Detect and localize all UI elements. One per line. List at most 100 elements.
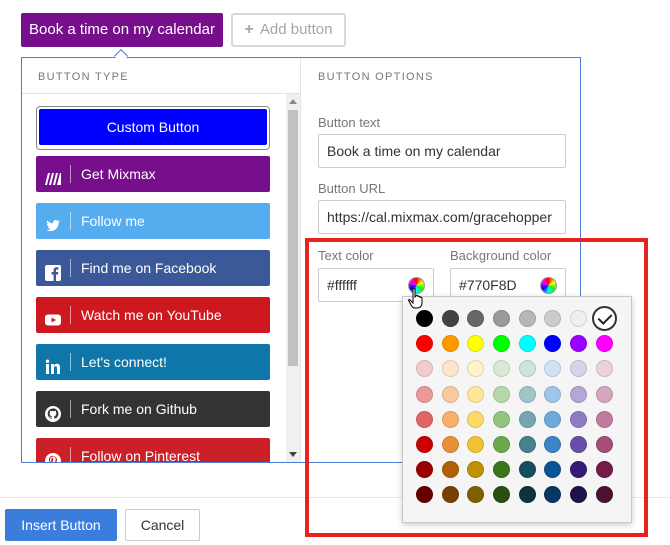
color-swatch[interactable] [570,486,588,504]
color-swatch[interactable] [467,410,485,428]
color-swatch[interactable] [416,410,433,428]
color-swatch[interactable] [441,360,459,378]
color-swatch[interactable] [595,360,613,378]
cancel-button[interactable]: Cancel [125,509,200,541]
add-button-tab[interactable]: + Add button [231,13,346,47]
color-swatch[interactable] [467,335,485,353]
color-swatch[interactable] [544,335,562,353]
color-swatch[interactable] [570,360,588,378]
color-swatch[interactable] [416,310,433,327]
button-options-heading: BUTTON OPTIONS [318,71,434,83]
preset-button-label: Fork me on Github [81,401,197,417]
insert-button[interactable]: Insert Button [5,509,117,541]
color-wheel-icon[interactable] [540,277,557,294]
hand-cursor-icon [408,288,423,309]
scroll-down-arrow-icon[interactable] [289,452,297,457]
color-swatch[interactable] [493,486,511,504]
tab-book-calendar[interactable]: Book a time on my calendar [21,13,223,47]
scroll-up-arrow-icon[interactable] [289,99,297,104]
color-swatch[interactable] [544,435,562,453]
button-text-label: Button text [318,115,381,130]
twitter-icon [44,212,62,232]
color-swatch[interactable] [518,486,536,504]
color-swatch[interactable] [493,385,511,403]
color-swatch[interactable] [441,486,459,504]
color-swatch[interactable] [467,486,485,504]
list-scrollbar[interactable] [286,94,300,462]
preset-button[interactable]: Find me on Facebook [36,250,270,286]
color-swatch[interactable] [493,310,511,327]
color-swatch[interactable] [570,335,588,353]
color-swatch[interactable] [493,435,511,453]
color-swatch[interactable] [544,310,562,327]
color-swatch[interactable] [595,385,613,403]
color-swatch[interactable] [570,461,588,479]
plus-icon: + [244,21,254,38]
color-swatch[interactable] [493,461,511,479]
color-swatch[interactable] [518,360,536,378]
color-swatch[interactable] [441,310,459,327]
preset-button[interactable]: Follow on Pinterest [36,438,270,462]
preset-button[interactable]: Watch me on YouTube [36,297,270,333]
color-swatch[interactable] [441,461,459,479]
color-swatch[interactable] [518,385,536,403]
preset-button[interactable]: Fork me on Github [36,391,270,427]
color-swatch[interactable] [518,310,536,327]
color-swatch[interactable] [441,435,459,453]
custom-button[interactable]: Custom Button [39,109,267,145]
color-swatch[interactable] [467,310,485,327]
color-swatch[interactable] [441,385,459,403]
preset-button[interactable]: Get Mixmax [36,156,270,192]
color-swatch[interactable] [416,486,433,504]
color-swatch[interactable] [544,486,562,504]
selected-color-swatch[interactable] [591,306,617,331]
color-swatch[interactable] [441,335,459,353]
color-swatch[interactable] [416,435,433,453]
color-swatch[interactable] [570,410,588,428]
color-swatch[interactable] [518,410,536,428]
color-swatch[interactable] [595,335,613,353]
color-swatch[interactable] [570,310,588,327]
preset-button[interactable]: Let's connect! [36,344,270,380]
color-swatch[interactable] [595,410,613,428]
color-swatch[interactable] [441,410,459,428]
color-swatch[interactable] [416,335,433,353]
color-swatch[interactable] [416,461,433,479]
color-swatch[interactable] [570,435,588,453]
color-swatch[interactable] [467,385,485,403]
background-color-label: Background color [450,248,552,263]
button-url-label: Button URL [318,181,386,196]
color-swatch[interactable] [595,435,613,453]
button-editor: Book a time on my calendar + Add button B… [0,0,670,545]
color-swatch[interactable] [544,360,562,378]
button-text-input[interactable]: Book a time on my calendar [318,134,566,168]
color-swatch[interactable] [518,435,536,453]
color-picker-popup [402,296,632,523]
color-swatch[interactable] [467,461,485,479]
preset-button[interactable]: Follow me [36,203,270,239]
scroll-thumb[interactable] [288,110,298,366]
add-button-label: Add button [259,21,333,38]
button-url-input[interactable]: https://cal.mixmax.com/gracehopper [318,200,566,234]
color-swatch[interactable] [493,410,511,428]
color-swatch[interactable] [467,360,485,378]
color-swatch[interactable] [493,335,511,353]
color-swatch[interactable] [416,360,433,378]
color-swatch[interactable] [518,461,536,479]
custom-button-option[interactable]: Custom Button [36,106,270,150]
color-swatch[interactable] [544,385,562,403]
color-swatch[interactable] [595,461,613,479]
color-swatch[interactable] [416,385,433,403]
text-color-label: Text color [318,248,374,263]
color-swatch[interactable] [570,385,588,403]
icon-divider [70,212,71,230]
preset-button-label: Follow me [81,213,145,229]
color-swatch[interactable] [467,435,485,453]
color-swatch[interactable] [518,335,536,353]
color-swatch[interactable] [595,486,613,504]
preset-button-label: Find me on Facebook [81,260,217,276]
facebook-icon [44,259,62,281]
color-swatch[interactable] [493,360,511,378]
color-swatch[interactable] [544,410,562,428]
color-swatch[interactable] [544,461,562,479]
